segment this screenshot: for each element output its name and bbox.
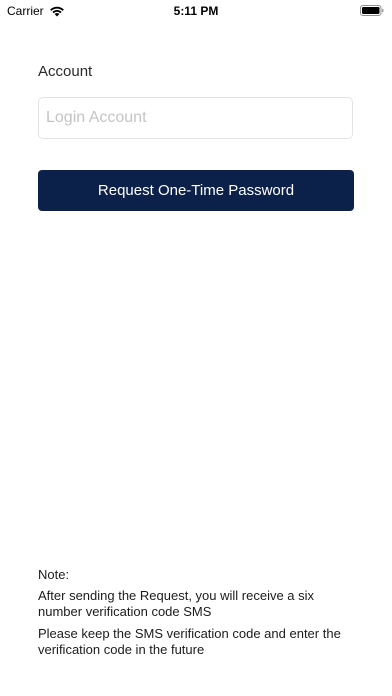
note-title: Note: <box>38 567 70 582</box>
note-line-2: Please keep the SMS verification code an… <box>38 626 341 657</box>
status-time: 5:11 PM <box>173 4 219 18</box>
login-account-input[interactable] <box>38 97 353 139</box>
battery-icon <box>360 5 384 16</box>
request-otp-button[interactable]: Request One-Time Password <box>38 170 354 211</box>
note-line-1: After sending the Request, you will rece… <box>38 588 315 619</box>
status-bar: Carrier 5:11 PM <box>0 0 392 22</box>
account-label: Account <box>38 63 93 80</box>
notes-section: Note: After sending the Request, you wil… <box>38 567 358 664</box>
